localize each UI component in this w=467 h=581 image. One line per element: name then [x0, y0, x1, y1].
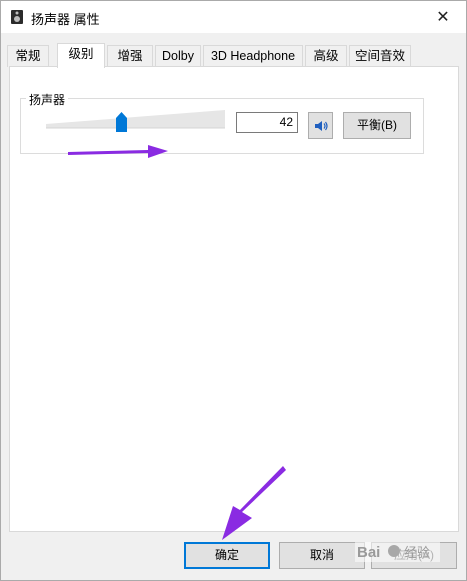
- tab-dolby[interactable]: Dolby: [155, 45, 201, 67]
- svg-text:经验: 经验: [404, 545, 430, 561]
- speaker-group-label: 扬声器: [26, 91, 69, 108]
- window-title: 扬声器 属性: [31, 12, 100, 27]
- tab-3d-headphone[interactable]: 3D Headphone: [203, 45, 303, 67]
- close-icon: ✕: [436, 9, 450, 26]
- tab-advanced[interactable]: 高级: [305, 45, 347, 67]
- cancel-button[interactable]: 取消: [279, 542, 365, 569]
- svg-text:Bai: Bai: [357, 544, 380, 561]
- volume-slider[interactable]: [46, 110, 225, 132]
- speaker-properties-dialog: 扬声器 属性 ✕ 常规 级别 增强 Dolby 3D Headphone 高级 …: [0, 0, 467, 581]
- tab-levels[interactable]: 级别: [57, 43, 105, 68]
- tab-enhancements[interactable]: 增强: [107, 45, 153, 67]
- speaker-volume-icon: [314, 120, 328, 131]
- tab-general[interactable]: 常规: [7, 45, 49, 67]
- balance-button[interactable]: 平衡(B): [343, 112, 411, 139]
- tab-spatial-sound[interactable]: 空间音效: [349, 45, 411, 67]
- slider-track: [46, 110, 225, 129]
- ok-button[interactable]: 确定: [184, 542, 270, 569]
- baidu-jingyan-watermark: Bai 经验: [355, 542, 440, 562]
- volume-level-field[interactable]: 42: [236, 112, 298, 133]
- speaker-app-icon: [11, 10, 23, 24]
- slider-thumb[interactable]: [116, 112, 127, 132]
- title-bar: 扬声器 属性 ✕: [1, 1, 466, 33]
- close-button[interactable]: ✕: [420, 1, 466, 33]
- mute-button[interactable]: [308, 112, 333, 139]
